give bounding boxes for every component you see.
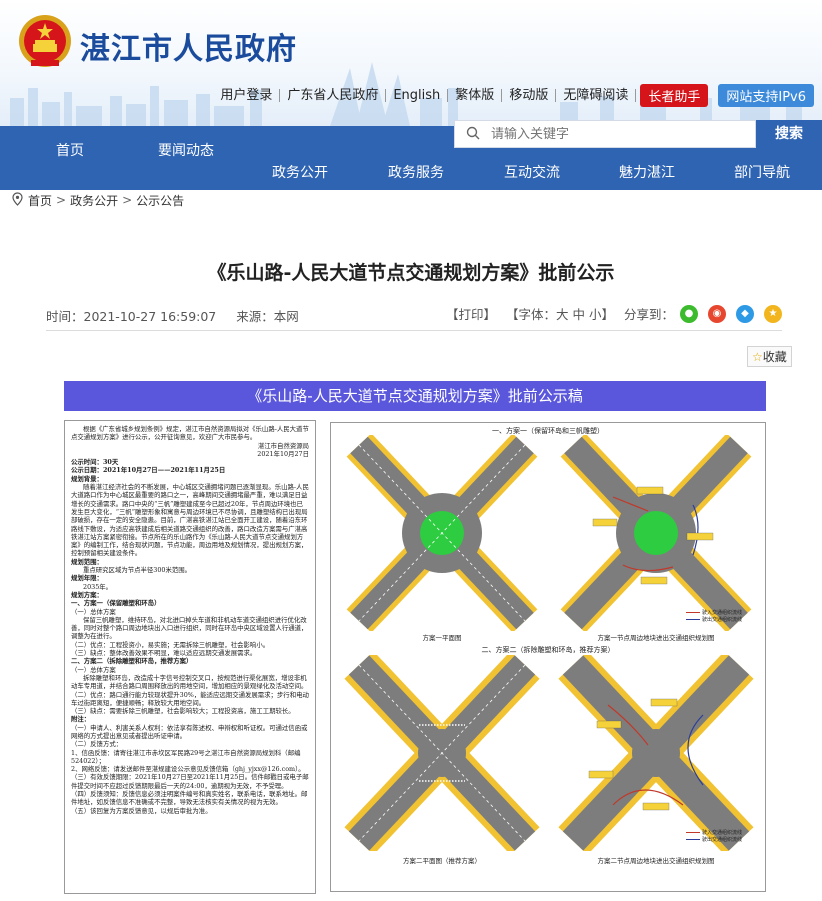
notice-document: 根据《广东省城乡规划条例》规定，湛江市自然资源局拟对《乐山路-人民大道节点交通规… bbox=[64, 420, 316, 894]
login-link[interactable]: 用户登录 bbox=[213, 89, 281, 102]
plan2-caption: 方案二平面图（推荐方案） bbox=[403, 857, 481, 865]
nav-item-charm-zhanjiang[interactable]: 魅力湛江 bbox=[619, 162, 675, 182]
qq-share-icon[interactable]: ◆ bbox=[736, 304, 754, 323]
guangdong-gov-link[interactable]: 广东省人民政府 bbox=[280, 89, 387, 102]
search-input[interactable] bbox=[491, 126, 731, 142]
plan2-circulation-diagram: 驶入交通组织流线 驶出交通组织流线 bbox=[553, 655, 759, 851]
traditional-chinese-link[interactable]: 繁体版 bbox=[448, 89, 503, 102]
doc-paragraph: （二）优点：路口通行能力较现状提升30%，能适应远期交通发展需求；步行和电动车过… bbox=[71, 690, 309, 707]
english-link[interactable]: English bbox=[386, 89, 449, 102]
font-size-control[interactable]: 【字体：大 中 小】 bbox=[506, 304, 614, 323]
print-button[interactable]: 【打印】 bbox=[446, 304, 496, 323]
site-title[interactable]: 湛江市人民政府 bbox=[80, 24, 297, 68]
search-box bbox=[454, 120, 756, 148]
wechat-share-icon[interactable]: ● bbox=[680, 304, 698, 323]
article-title: 《乐山路-人民大道节点交通规划方案》批前公示 bbox=[207, 262, 615, 284]
breadcrumb-separator: > bbox=[122, 193, 133, 207]
doc-paragraph: 随着湛江经济社会的不断发展，中心城区交通拥堵问题已逐渐显现。乐山路-人民大道路口… bbox=[71, 483, 309, 558]
nav-item-departments[interactable]: 部门导航 bbox=[734, 162, 790, 182]
divider bbox=[46, 330, 782, 331]
doc-heading: 规划背景： bbox=[71, 474, 103, 483]
doc-paragraph: （三）缺点：需要拆除三帆雕塑，社会影响较大；工程投资高，施工工期较长。 bbox=[71, 707, 295, 716]
elder-assistant-button[interactable]: 长者助手 bbox=[640, 84, 709, 107]
share-label: 分享到： bbox=[623, 307, 674, 322]
breadcrumb-separator: > bbox=[56, 193, 67, 207]
doc-paragraph: （一）总体方案 bbox=[71, 607, 116, 616]
top-links: 用户登录 广东省人民政府 English 繁体版 移动版 无障碍阅读 长者助手 … bbox=[213, 84, 814, 107]
plan1-caption: 方案一平面图 bbox=[422, 634, 462, 642]
article-meta: 时间：2021-10-27 16:59:07 来源：本网 【打印】 【字体：大 … bbox=[46, 304, 782, 324]
doc-heading: 二、方案二（拆除雕塑和环岛，推荐方案） bbox=[71, 657, 193, 666]
plan1-circulation-caption: 方案一节点周边地块进出交通组织规划图 bbox=[597, 634, 715, 642]
nav-item-interaction[interactable]: 互动交流 bbox=[504, 162, 560, 182]
star-icon: ☆ bbox=[752, 350, 763, 364]
favorite-button[interactable]: ☆收藏 bbox=[747, 346, 792, 367]
search-icon bbox=[455, 125, 491, 144]
doc-paragraph: （二）反馈方式： bbox=[71, 740, 123, 749]
qzone-share-icon[interactable]: ★ bbox=[764, 304, 782, 323]
nav-item-gov-services[interactable]: 政务服务 bbox=[388, 162, 444, 182]
accessibility-link[interactable]: 无障碍阅读 bbox=[556, 89, 637, 102]
legend-in: 驶入交通组织流线 bbox=[686, 829, 742, 836]
notice-banner: 《乐山路-人民大道节点交通规划方案》批前公示稿 bbox=[64, 381, 766, 411]
doc-heading: 附注： bbox=[71, 715, 91, 724]
article-source: 来源：本网 bbox=[236, 309, 299, 324]
breadcrumb: 首页 > 政务公开 > 公示公告 bbox=[12, 190, 184, 210]
plan1-plan-diagram bbox=[339, 435, 545, 631]
doc-heading: 规划范围： bbox=[71, 557, 103, 566]
site-header: 湛江市人民政府 用户登录 广东省人民政府 English 繁体版 移动版 无障碍… bbox=[0, 0, 822, 126]
doc-paragraph: 2035年。 bbox=[83, 582, 113, 591]
page: 湛江市人民政府 用户登录 广东省人民政府 English 繁体版 移动版 无障碍… bbox=[0, 0, 822, 901]
breadcrumb-gov-affairs[interactable]: 政务公开 bbox=[70, 192, 118, 209]
mobile-version-link[interactable]: 移动版 bbox=[502, 89, 557, 102]
doc-paragraph: （四）反馈须知：反馈信息必须注明案件编号和真实姓名，联系电话，联系地址。邮件地址… bbox=[71, 790, 308, 807]
doc-paragraph: 保留三帆雕塑，维持环岛，对北进口掉头车道和非机动车道交通组织进行优化改善，同时对… bbox=[71, 615, 308, 641]
doc-heading: 规划方案： bbox=[71, 590, 103, 599]
plan1-circulation-diagram: 驶入交通组织流线 驶出交通组织流线 bbox=[553, 435, 759, 631]
doc-issue-date: 2021年10月27日 bbox=[257, 449, 309, 458]
breadcrumb-home[interactable]: 首页 bbox=[28, 192, 52, 209]
plan1-legend: 驶入交通组织流线 驶出交通组织流线 bbox=[686, 609, 742, 623]
search-button[interactable]: 搜索 bbox=[756, 120, 822, 148]
doc-dates: 公示日期：2021年10月27日——2021年11月25日 bbox=[71, 466, 226, 475]
doc-paragraph: （二）优点：工程投资小，易实施；无需拆除三帆雕塑，社会影响小。 bbox=[71, 640, 270, 649]
doc-paragraph: （一）申请人、利害关系人权利：依法享有陈述权、申辩权和听证权。可通过信函或网络的… bbox=[71, 723, 308, 740]
article-meta-left: 时间：2021-10-27 16:59:07 来源：本网 bbox=[46, 306, 299, 325]
doc-issuer: 湛江市自然资源局 bbox=[257, 441, 309, 450]
doc-paragraph: （五）该回复为方案反馈意见，以规后审批为准。 bbox=[71, 806, 212, 815]
doc-paragraph: 拆除雕塑和环岛，改造成十字信号控制交叉口，按规范进行渠化展宽，增设非机动车专用道… bbox=[71, 673, 308, 691]
nav-item-news[interactable]: 要闻动态 bbox=[158, 140, 214, 160]
legend-out: 驶出交通组织流线 bbox=[686, 836, 742, 843]
publish-time: 时间：2021-10-27 16:59:07 bbox=[46, 309, 217, 324]
doc-paragraph: （一）总体方案 bbox=[71, 665, 116, 674]
plan2-header: 二、方案二（拆除雕塑和环岛，推荐方案） bbox=[481, 646, 615, 654]
doc-paragraph: 重点研究区域为节点半径300米范围。 bbox=[83, 566, 192, 575]
legend-in: 驶入交通组织流线 bbox=[686, 609, 742, 616]
national-emblem-icon bbox=[19, 15, 71, 67]
location-pin-icon bbox=[12, 191, 23, 209]
nav-item-gov-affairs[interactable]: 政务公开 bbox=[272, 162, 328, 182]
ipv6-badge[interactable]: 网站支持IPv6 bbox=[718, 84, 814, 107]
plan2-circulation-caption: 方案二节点周边地块进出交通组织规划图 bbox=[597, 857, 715, 865]
weibo-share-icon[interactable]: ◉ bbox=[708, 304, 726, 323]
doc-paragraph: （三）有效反馈期限：2021年10月27日至2021年11月25日。信件邮戳日或… bbox=[71, 773, 309, 790]
doc-heading: 规划年限： bbox=[71, 574, 103, 583]
doc-intro: 根据《广东省城乡规划条例》规定，湛江市自然资源局拟对《乐山路-人民大道节点交通规… bbox=[71, 425, 309, 442]
breadcrumb-announcements[interactable]: 公示公告 bbox=[136, 192, 184, 209]
favorite-label: 收藏 bbox=[762, 350, 787, 364]
doc-heading: 一、方案一（保留雕塑和环岛） bbox=[71, 599, 161, 608]
nav-item-home[interactable]: 首页 bbox=[56, 140, 84, 160]
plan2-plan-diagram bbox=[339, 655, 545, 851]
article-tools: 【打印】 【字体：大 中 小】 分享到： ● ◉ ◆ ★ bbox=[436, 304, 782, 323]
plan-diagrams: 一、方案一（保留环岛和三帆雕塑） 方案一平面图 驶入交通组织流线 驶出交通组织流… bbox=[330, 422, 766, 892]
plan2-legend: 驶入交通组织流线 驶出交通组织流线 bbox=[686, 829, 742, 843]
legend-out: 驶出交通组织流线 bbox=[686, 616, 742, 623]
doc-paragraph: 1、信函反馈：请寄往湛江市赤坎区军民路29号之湛江市自然资源局规划科（邮编524… bbox=[71, 748, 301, 765]
